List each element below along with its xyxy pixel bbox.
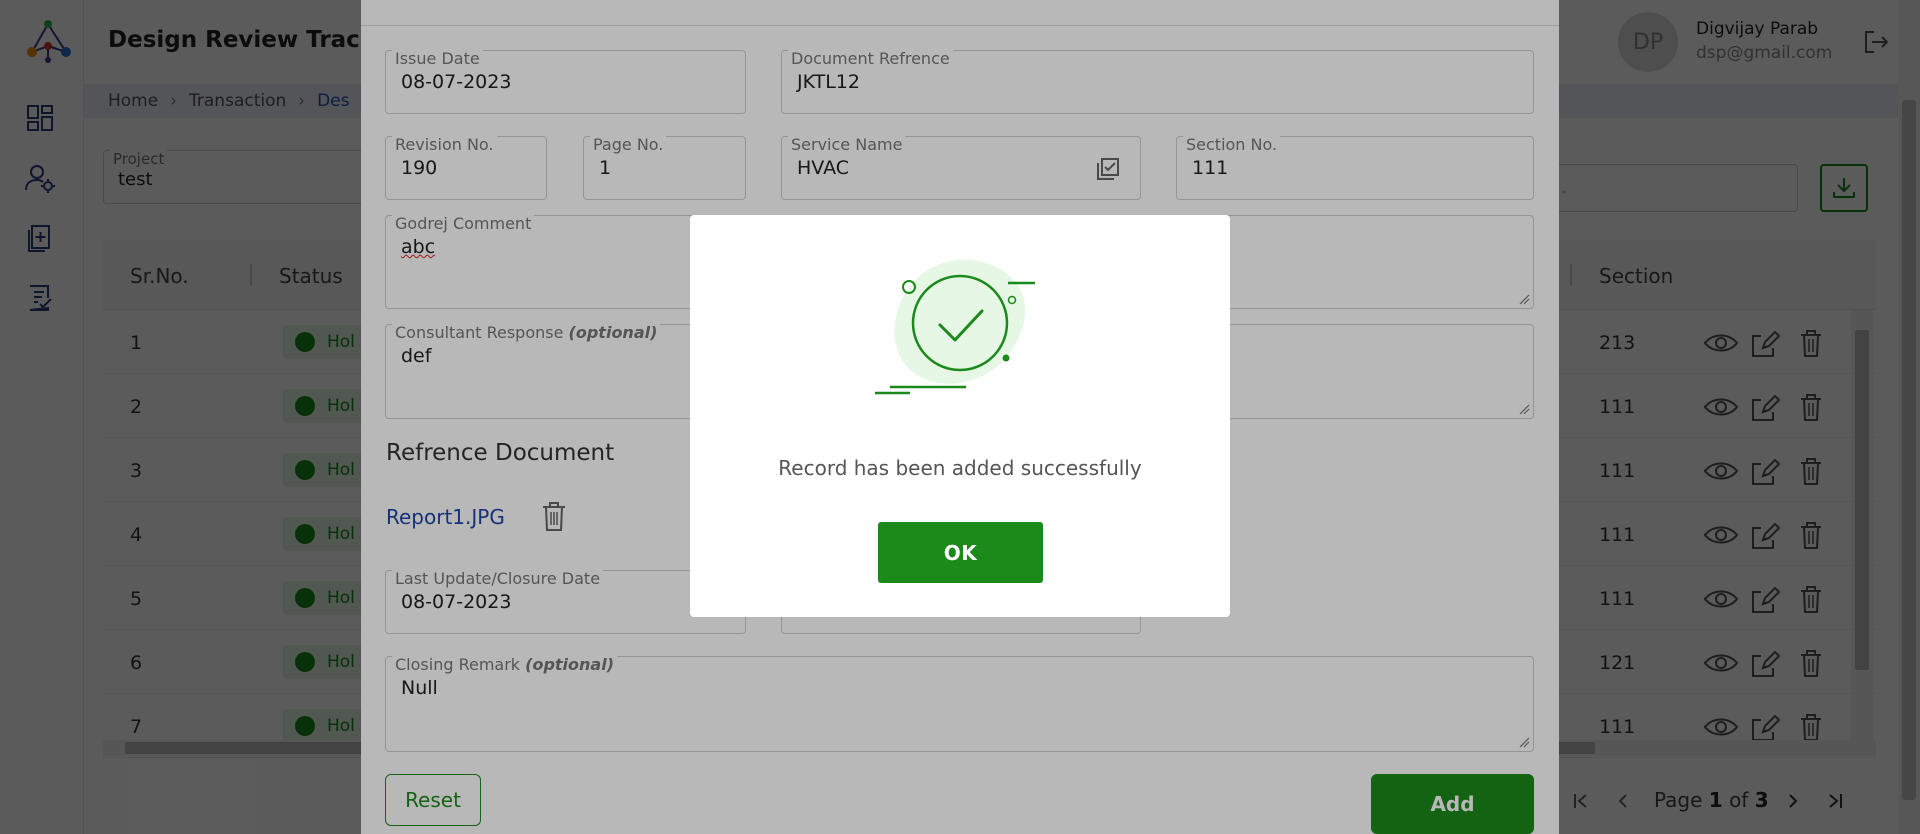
success-message: Record has been added successfully bbox=[778, 456, 1142, 480]
success-check-icon bbox=[875, 259, 1035, 395]
ok-button[interactable]: OK bbox=[878, 522, 1043, 583]
success-modal: Record has been added successfully OK bbox=[690, 215, 1230, 617]
